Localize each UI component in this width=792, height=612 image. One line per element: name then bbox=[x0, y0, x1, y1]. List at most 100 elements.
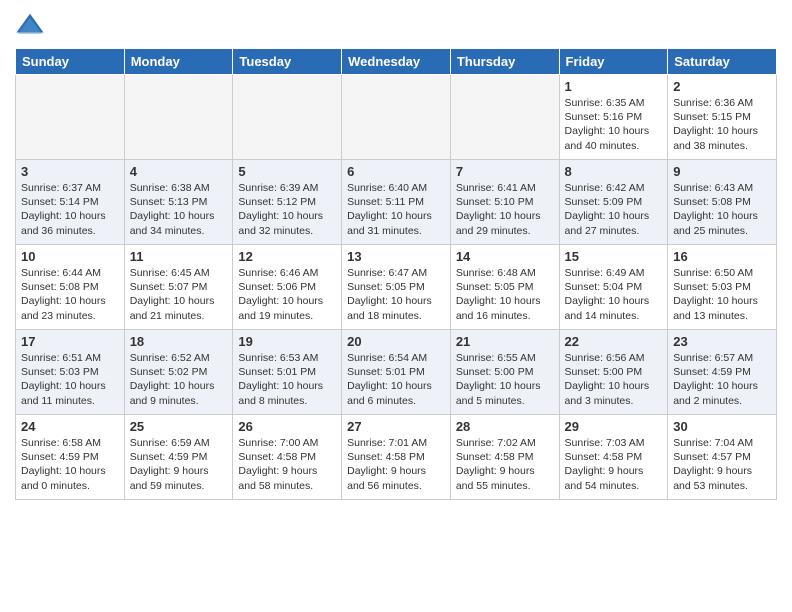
calendar-cell: 15Sunrise: 6:49 AMSunset: 5:04 PMDayligh… bbox=[559, 245, 668, 330]
cell-info: Sunset: 5:01 PM bbox=[347, 365, 445, 379]
calendar-cell: 1Sunrise: 6:35 AMSunset: 5:16 PMDaylight… bbox=[559, 75, 668, 160]
day-number: 8 bbox=[565, 164, 663, 179]
day-number: 25 bbox=[130, 419, 228, 434]
calendar-week-row: 1Sunrise: 6:35 AMSunset: 5:16 PMDaylight… bbox=[16, 75, 777, 160]
cell-info: Sunset: 5:03 PM bbox=[673, 280, 771, 294]
day-number: 7 bbox=[456, 164, 554, 179]
cell-info: Sunrise: 6:40 AM bbox=[347, 181, 445, 195]
calendar-cell: 6Sunrise: 6:40 AMSunset: 5:11 PMDaylight… bbox=[342, 160, 451, 245]
cell-info: Sunrise: 6:51 AM bbox=[21, 351, 119, 365]
col-header-sunday: Sunday bbox=[16, 49, 125, 75]
cell-info: Sunrise: 7:02 AM bbox=[456, 436, 554, 450]
logo-icon bbox=[15, 10, 45, 40]
cell-info: Sunrise: 6:44 AM bbox=[21, 266, 119, 280]
cell-info: Sunrise: 6:48 AM bbox=[456, 266, 554, 280]
calendar-table: SundayMondayTuesdayWednesdayThursdayFrid… bbox=[15, 48, 777, 500]
cell-info: Sunset: 5:00 PM bbox=[565, 365, 663, 379]
cell-info: Sunset: 5:00 PM bbox=[456, 365, 554, 379]
cell-info: Daylight: 10 hours and 3 minutes. bbox=[565, 379, 663, 407]
cell-info: Daylight: 10 hours and 11 minutes. bbox=[21, 379, 119, 407]
cell-info: Sunset: 4:58 PM bbox=[565, 450, 663, 464]
day-number: 27 bbox=[347, 419, 445, 434]
cell-info: Daylight: 10 hours and 23 minutes. bbox=[21, 294, 119, 322]
calendar-cell: 4Sunrise: 6:38 AMSunset: 5:13 PMDaylight… bbox=[124, 160, 233, 245]
cell-info: Sunset: 5:01 PM bbox=[238, 365, 336, 379]
cell-info: Daylight: 10 hours and 9 minutes. bbox=[130, 379, 228, 407]
col-header-wednesday: Wednesday bbox=[342, 49, 451, 75]
day-number: 3 bbox=[21, 164, 119, 179]
cell-info: Sunrise: 6:43 AM bbox=[673, 181, 771, 195]
cell-info: Sunrise: 6:42 AM bbox=[565, 181, 663, 195]
calendar-cell: 20Sunrise: 6:54 AMSunset: 5:01 PMDayligh… bbox=[342, 330, 451, 415]
calendar-cell: 16Sunrise: 6:50 AMSunset: 5:03 PMDayligh… bbox=[668, 245, 777, 330]
cell-info: Sunrise: 7:04 AM bbox=[673, 436, 771, 450]
day-number: 4 bbox=[130, 164, 228, 179]
cell-info: Daylight: 9 hours and 56 minutes. bbox=[347, 464, 445, 492]
day-number: 13 bbox=[347, 249, 445, 264]
cell-info: Daylight: 10 hours and 29 minutes. bbox=[456, 209, 554, 237]
calendar-cell: 9Sunrise: 6:43 AMSunset: 5:08 PMDaylight… bbox=[668, 160, 777, 245]
calendar-cell: 5 Sunrise: 6:39 AMSunset: 5:12 PMDaylight… bbox=[233, 160, 342, 245]
calendar-cell: 21Sunrise: 6:55 AMSunset: 5:00 PMDayligh… bbox=[450, 330, 559, 415]
cell-info: Sunset: 5:09 PM bbox=[565, 195, 663, 209]
cell-info: Sunrise: 6:58 AM bbox=[21, 436, 119, 450]
cell-info: Sunrise: 7:03 AM bbox=[565, 436, 663, 450]
cell-info: Daylight: 10 hours and 40 minutes. bbox=[565, 124, 663, 152]
day-number: 20 bbox=[347, 334, 445, 349]
day-number: 30 bbox=[673, 419, 771, 434]
cell-info: Daylight: 10 hours and 8 minutes. bbox=[238, 379, 336, 407]
calendar-cell: 24Sunrise: 6:58 AMSunset: 4:59 PMDayligh… bbox=[16, 415, 125, 500]
page: SundayMondayTuesdayWednesdayThursdayFrid… bbox=[0, 0, 792, 510]
cell-info: Sunset: 5:14 PM bbox=[21, 195, 119, 209]
cell-info: Sunrise: 6:36 AM bbox=[673, 96, 771, 110]
day-number: 28 bbox=[456, 419, 554, 434]
day-number: 26 bbox=[238, 419, 336, 434]
day-number: 16 bbox=[673, 249, 771, 264]
day-number: 24 bbox=[21, 419, 119, 434]
col-header-thursday: Thursday bbox=[450, 49, 559, 75]
cell-info: Sunset: 5:15 PM bbox=[673, 110, 771, 124]
cell-info: Sunrise: 7:01 AM bbox=[347, 436, 445, 450]
cell-info: Sunrise: 6:38 AM bbox=[130, 181, 228, 195]
calendar-cell: 26Sunrise: 7:00 AMSunset: 4:58 PMDayligh… bbox=[233, 415, 342, 500]
cell-info: Daylight: 10 hours and 16 minutes. bbox=[456, 294, 554, 322]
col-header-saturday: Saturday bbox=[668, 49, 777, 75]
cell-info: Daylight: 10 hours and 6 minutes. bbox=[347, 379, 445, 407]
day-number: 12 bbox=[238, 249, 336, 264]
cell-info: Sunset: 5:11 PM bbox=[347, 195, 445, 209]
cell-info: Daylight: 10 hours and 32 minutes. bbox=[238, 209, 336, 237]
cell-info: Sunset: 5:03 PM bbox=[21, 365, 119, 379]
calendar-cell: 17Sunrise: 6:51 AMSunset: 5:03 PMDayligh… bbox=[16, 330, 125, 415]
cell-info: Daylight: 10 hours and 5 minutes. bbox=[456, 379, 554, 407]
cell-info: Daylight: 10 hours and 21 minutes. bbox=[130, 294, 228, 322]
calendar-cell bbox=[16, 75, 125, 160]
cell-info: Sunset: 5:12 PM bbox=[238, 195, 336, 209]
day-number: 10 bbox=[21, 249, 119, 264]
cell-info: Sunset: 5:05 PM bbox=[456, 280, 554, 294]
cell-info: Daylight: 10 hours and 25 minutes. bbox=[673, 209, 771, 237]
cell-info: Sunrise: 6:39 AM bbox=[238, 181, 336, 195]
cell-info: Sunset: 4:58 PM bbox=[456, 450, 554, 464]
cell-info: Sunset: 4:59 PM bbox=[673, 365, 771, 379]
cell-info: Daylight: 9 hours and 58 minutes. bbox=[238, 464, 336, 492]
calendar-cell: 19Sunrise: 6:53 AMSunset: 5:01 PMDayligh… bbox=[233, 330, 342, 415]
cell-info: Sunset: 4:57 PM bbox=[673, 450, 771, 464]
cell-info: Sunset: 5:05 PM bbox=[347, 280, 445, 294]
calendar-cell: 8 Sunrise: 6:42 AMSunset: 5:09 PMDaylight… bbox=[559, 160, 668, 245]
col-header-friday: Friday bbox=[559, 49, 668, 75]
cell-info: Sunset: 5:04 PM bbox=[565, 280, 663, 294]
cell-info: Daylight: 10 hours and 2 minutes. bbox=[673, 379, 771, 407]
cell-info: Daylight: 9 hours and 54 minutes. bbox=[565, 464, 663, 492]
calendar-cell: 14Sunrise: 6:48 AMSunset: 5:05 PMDayligh… bbox=[450, 245, 559, 330]
cell-info: Daylight: 10 hours and 27 minutes. bbox=[565, 209, 663, 237]
day-number: 5 bbox=[238, 164, 336, 179]
cell-info: Sunset: 5:07 PM bbox=[130, 280, 228, 294]
calendar-cell: 27Sunrise: 7:01 AMSunset: 4:58 PMDayligh… bbox=[342, 415, 451, 500]
cell-info: Daylight: 10 hours and 38 minutes. bbox=[673, 124, 771, 152]
calendar-cell: 23Sunrise: 6:57 AMSunset: 4:59 PMDayligh… bbox=[668, 330, 777, 415]
cell-info: Daylight: 10 hours and 36 minutes. bbox=[21, 209, 119, 237]
day-number: 21 bbox=[456, 334, 554, 349]
calendar-cell: 29Sunrise: 7:03 AMSunset: 4:58 PMDayligh… bbox=[559, 415, 668, 500]
cell-info: Sunset: 5:13 PM bbox=[130, 195, 228, 209]
cell-info: Sunrise: 6:46 AM bbox=[238, 266, 336, 280]
